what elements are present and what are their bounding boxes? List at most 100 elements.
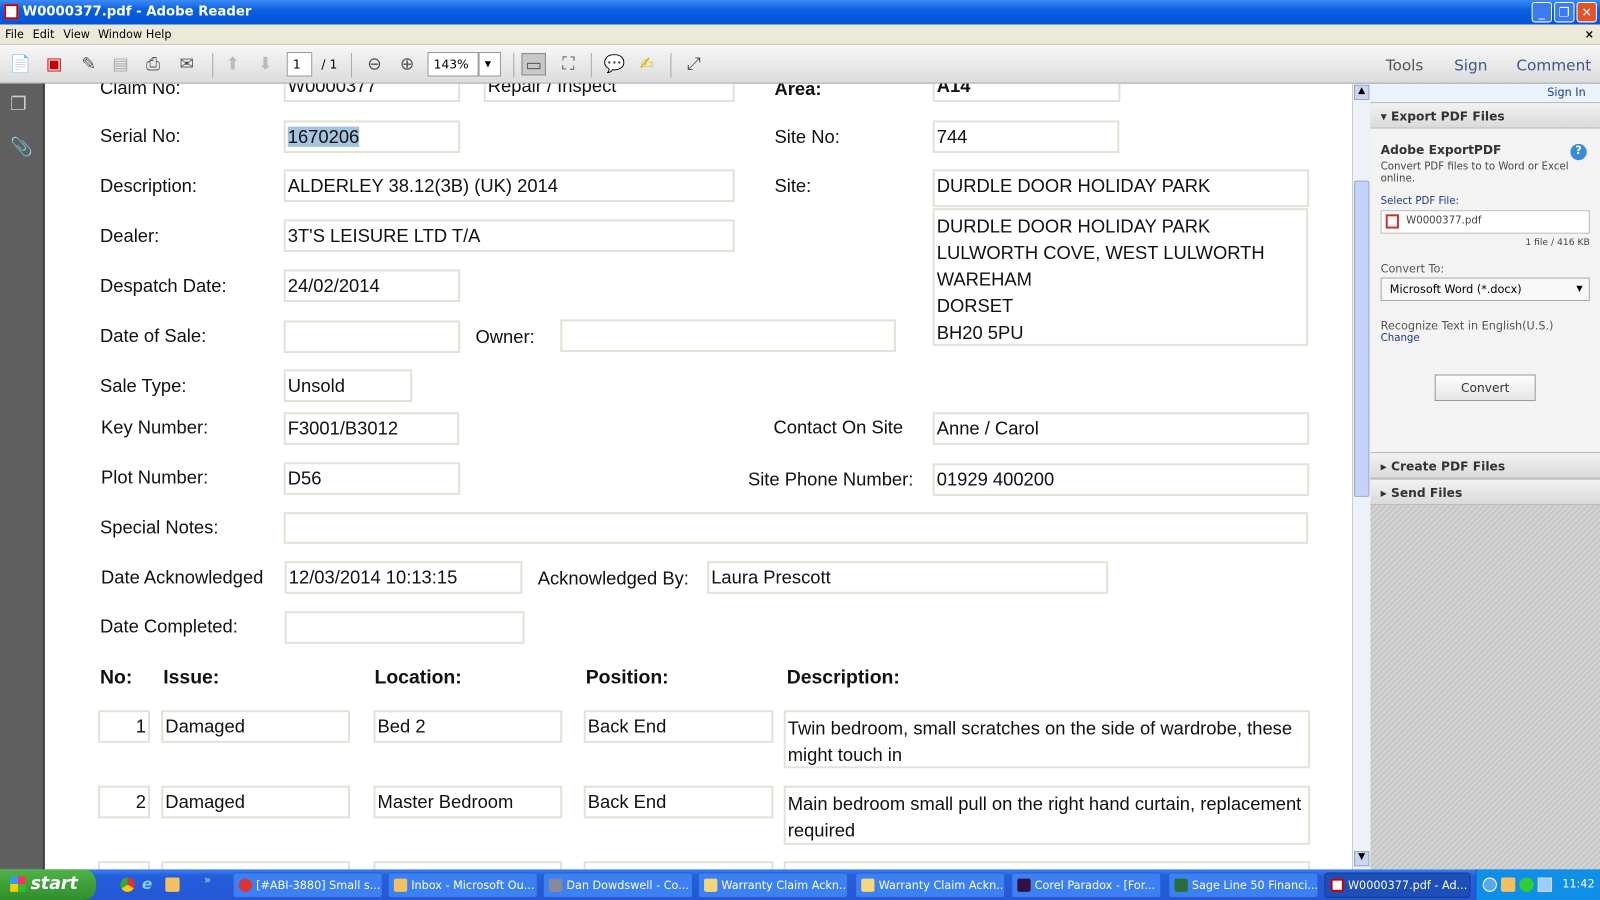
claim-no-field[interactable]: W0000377 bbox=[283, 83, 461, 103]
zoom-dropdown-icon[interactable]: ▼ bbox=[478, 52, 502, 77]
task-outlook[interactable]: Inbox - Microsoft Ou... bbox=[387, 872, 538, 898]
scrollbar-thumb[interactable] bbox=[1354, 180, 1370, 497]
issue-type-field[interactable]: Damaged bbox=[161, 710, 350, 743]
issue-type-field[interactable]: Damaged bbox=[161, 785, 350, 819]
convert-button[interactable]: Convert bbox=[1434, 374, 1536, 402]
issue-description-field[interactable] bbox=[783, 861, 1311, 870]
issue-position-field[interactable]: Back End bbox=[583, 785, 774, 819]
ie-quicklaunch-icon[interactable]: e bbox=[142, 874, 152, 892]
fit-width-icon[interactable]: ▭ bbox=[521, 53, 546, 76]
tab-comment[interactable]: Comment bbox=[1516, 56, 1591, 74]
tray-expand-icon[interactable] bbox=[1482, 877, 1497, 892]
email-icon[interactable]: ✉ bbox=[174, 53, 198, 75]
plot-number-field[interactable]: D56 bbox=[283, 462, 461, 495]
issue-no-field[interactable]: 1 bbox=[97, 710, 150, 743]
issue-no-field[interactable]: 2 bbox=[97, 785, 150, 819]
task-contact[interactable]: Dan Dowdswell - Co... bbox=[542, 872, 693, 898]
menu-window[interactable]: Window bbox=[98, 28, 142, 41]
close-button[interactable]: ✕ bbox=[1576, 2, 1597, 23]
doc-close-icon[interactable]: × bbox=[1585, 28, 1594, 41]
zoom-in-icon[interactable]: ⊕ bbox=[395, 53, 419, 75]
outlook-quicklaunch-icon[interactable] bbox=[165, 877, 180, 892]
outlook-tray-icon[interactable] bbox=[1501, 877, 1516, 892]
acknowledged-by-field[interactable]: Laura Prescott bbox=[707, 561, 1109, 594]
task-email-2[interactable]: Warranty Claim Ackn... bbox=[855, 872, 1006, 898]
claim-type-field[interactable]: Repair / Inspect bbox=[483, 83, 735, 103]
prev-page-icon[interactable]: ⬆ bbox=[220, 53, 244, 75]
start-button[interactable]: start bbox=[0, 869, 96, 900]
export-pdf-header[interactable]: ▾ Export PDF Files bbox=[1370, 102, 1600, 129]
area-field[interactable]: A14 bbox=[932, 83, 1121, 103]
issue-location-field[interactable]: Bed 2 bbox=[373, 710, 563, 743]
issue-description-field[interactable]: Main bedroom small pull on the right han… bbox=[783, 785, 1311, 845]
pdf-icon bbox=[1330, 878, 1344, 892]
next-page-icon[interactable]: ⬇ bbox=[253, 53, 277, 75]
task-email-1[interactable]: Warranty Claim Ackn... bbox=[697, 872, 848, 898]
issue-description-field[interactable]: Twin bedroom, small scratches on the sid… bbox=[783, 710, 1311, 769]
issue-position-field[interactable] bbox=[583, 861, 774, 870]
dealer-field[interactable]: 3T'S LEISURE LTD T/A bbox=[283, 219, 735, 253]
restore-button[interactable]: ❐ bbox=[1554, 2, 1575, 23]
zoom-input[interactable]: 143% bbox=[427, 52, 479, 77]
serial-no-field[interactable]: 1670206 bbox=[283, 120, 461, 154]
description-field[interactable]: ALDERLEY 38.12(3B) (UK) 2014 bbox=[283, 169, 735, 203]
date-acknowledged-field[interactable]: 12/03/2014 10:13:15 bbox=[284, 561, 523, 594]
issue-type-field[interactable] bbox=[161, 861, 350, 870]
fit-page-icon[interactable]: ⛶ bbox=[556, 53, 580, 75]
sign-in-link[interactable]: Sign In bbox=[1370, 83, 1600, 103]
create-pdf-header[interactable]: ▸ Create PDF Files bbox=[1370, 452, 1600, 479]
menu-help[interactable]: Help bbox=[146, 28, 172, 41]
menu-view[interactable]: View bbox=[63, 28, 90, 41]
open-icon[interactable]: 📄 bbox=[8, 53, 32, 75]
tab-tools[interactable]: Tools bbox=[1386, 56, 1424, 74]
convert-to-select[interactable]: Microsoft Word (*.docx) ▼ bbox=[1380, 277, 1590, 302]
menu-file[interactable]: File bbox=[5, 28, 24, 41]
task-paradox[interactable]: Corel Paradox - [For... bbox=[1011, 872, 1162, 898]
issue-no-field[interactable] bbox=[97, 861, 150, 870]
owner-field[interactable] bbox=[560, 319, 896, 353]
site-no-field[interactable]: 744 bbox=[932, 120, 1120, 154]
help-icon[interactable]: ? bbox=[1570, 143, 1587, 161]
highlight-icon[interactable]: ✍ bbox=[635, 53, 659, 75]
owner-label: Owner: bbox=[475, 326, 535, 347]
save-icon[interactable]: ▤ bbox=[108, 53, 132, 75]
fullscreen-icon[interactable]: ⤢ bbox=[682, 53, 706, 75]
page-thumbnails-icon[interactable]: ❐ bbox=[10, 94, 26, 115]
site-address-field[interactable]: DURDLE DOOR HOLIDAY PARK LULWORTH COVE, … bbox=[932, 208, 1309, 346]
site-field[interactable]: DURDLE DOOR HOLIDAY PARK bbox=[932, 169, 1310, 208]
send-files-header[interactable]: ▸ Send Files bbox=[1370, 478, 1600, 506]
minimize-button[interactable]: _ bbox=[1531, 2, 1553, 23]
tab-sign[interactable]: Sign bbox=[1454, 56, 1487, 74]
despatch-date-field[interactable]: 24/02/2014 bbox=[283, 269, 461, 303]
task-sage[interactable]: Sage Line 50 Financi... bbox=[1168, 872, 1319, 898]
more-icon[interactable]: » bbox=[204, 873, 211, 886]
menu-edit[interactable]: Edit bbox=[33, 28, 55, 41]
special-notes-field[interactable] bbox=[283, 512, 1309, 544]
task-chrome[interactable]: [#ABI-3880] Small s... bbox=[232, 872, 383, 898]
edit-icon[interactable]: ✎ bbox=[77, 53, 101, 75]
issue-location-field[interactable]: Master Bedroom bbox=[373, 785, 563, 819]
scroll-down-icon[interactable]: ▼ bbox=[1354, 851, 1370, 867]
print-icon[interactable]: ⎙ bbox=[141, 53, 165, 75]
scroll-up-icon[interactable]: ▲ bbox=[1354, 84, 1370, 100]
selected-file-field[interactable]: W0000377.pdf bbox=[1380, 210, 1590, 234]
sale-type-field[interactable]: Unsold bbox=[283, 369, 413, 403]
date-of-sale-field[interactable] bbox=[283, 320, 461, 354]
issue-position-field[interactable]: Back End bbox=[583, 710, 774, 743]
vertical-scrollbar[interactable]: ▲ ▼ bbox=[1352, 83, 1371, 870]
zoom-out-icon[interactable]: ⊖ bbox=[362, 53, 386, 75]
contact-on-site-field[interactable]: Anne / Carol bbox=[932, 412, 1310, 445]
chrome-quicklaunch-icon[interactable] bbox=[120, 877, 135, 892]
page-number-input[interactable]: 1 bbox=[286, 52, 313, 77]
network-tray-icon[interactable] bbox=[1537, 877, 1553, 892]
key-number-field[interactable]: F3001/B3012 bbox=[283, 412, 460, 445]
date-completed-field[interactable] bbox=[284, 611, 525, 644]
change-link[interactable]: Change bbox=[1381, 333, 1590, 344]
status-tray-icon[interactable] bbox=[1519, 877, 1534, 892]
attachments-icon[interactable]: 📎 bbox=[10, 137, 33, 158]
create-pdf-icon[interactable]: ▣ bbox=[42, 53, 66, 75]
site-phone-field[interactable]: 01929 400200 bbox=[932, 463, 1310, 496]
comment-icon[interactable]: 💬 bbox=[602, 53, 626, 75]
task-adobe-reader[interactable]: W0000377.pdf - Ad... bbox=[1324, 872, 1471, 898]
issue-location-field[interactable] bbox=[373, 861, 563, 870]
